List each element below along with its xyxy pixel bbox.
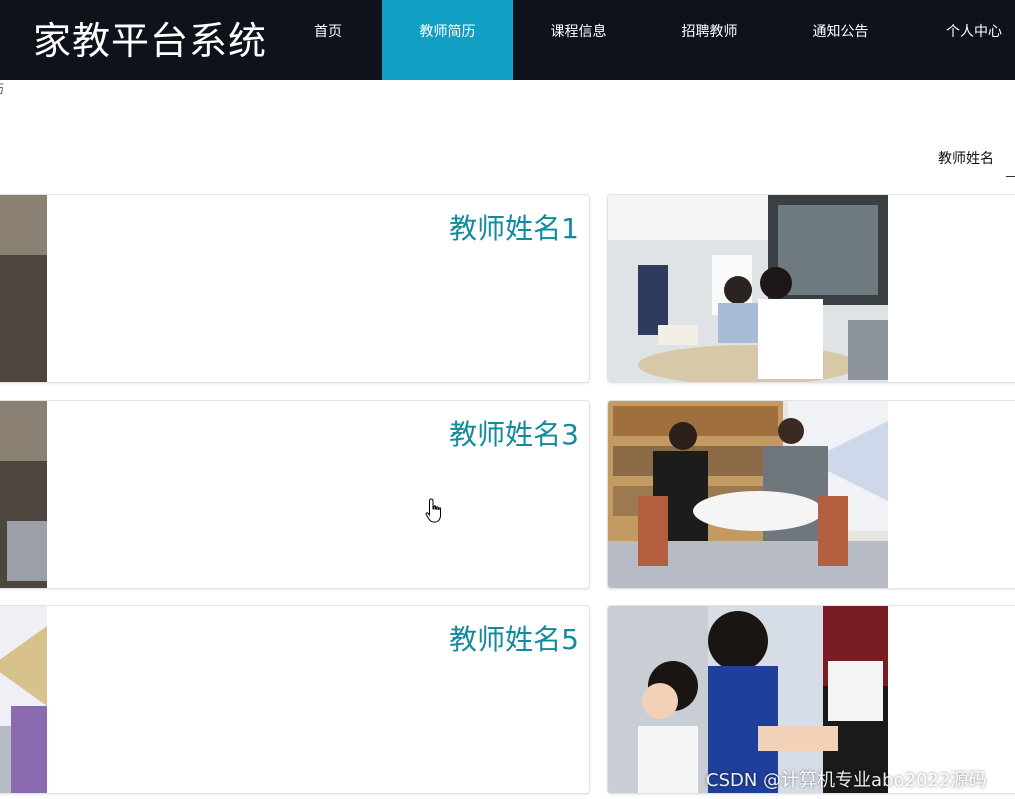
teacher-photo (608, 401, 889, 588)
teacher-name: 教师姓名5 (449, 623, 579, 656)
teacher-name: 教师姓名1 (449, 212, 579, 245)
teacher-name-search-input[interactable] (1006, 141, 1015, 177)
teacher-card[interactable]: 教师姓名1 (0, 194, 590, 383)
site-logo-title[interactable]: 家教平台系统 (33, 10, 267, 65)
teacher-photo (0, 195, 47, 382)
teacher-photo (0, 606, 47, 793)
teacher-card[interactable]: 教师姓名3 (0, 400, 590, 589)
teacher-name: 教师姓名3 (449, 418, 579, 451)
nav-course-info[interactable]: 课程信息 (513, 0, 644, 80)
watermark: CSDN @计算机专业abo2022源码 (706, 770, 987, 791)
nav-notice[interactable]: 通知公告 (775, 0, 906, 80)
nav-recruit-teacher[interactable]: 招聘教师 (644, 0, 775, 80)
teacher-photo (0, 401, 47, 588)
teacher-photo (608, 195, 889, 382)
top-navbar: 家教平台系统 首页 教师简历 课程信息 招聘教师 通知公告 个人中心 (0, 0, 1015, 80)
teacher-card[interactable]: 教师姓名5 (0, 605, 590, 794)
nav-teacher-resume[interactable]: 教师简历 (382, 0, 513, 80)
breadcrumb: 历 (0, 80, 4, 97)
teacher-photo (608, 606, 889, 793)
nav-personal-center[interactable]: 个人中心 (906, 0, 1015, 80)
hand-cursor-icon (425, 498, 441, 523)
nav-home[interactable]: 首页 (278, 0, 378, 80)
teacher-card[interactable] (607, 400, 1015, 589)
teacher-card[interactable] (607, 194, 1015, 383)
search-label: 教师姓名 (938, 151, 994, 167)
